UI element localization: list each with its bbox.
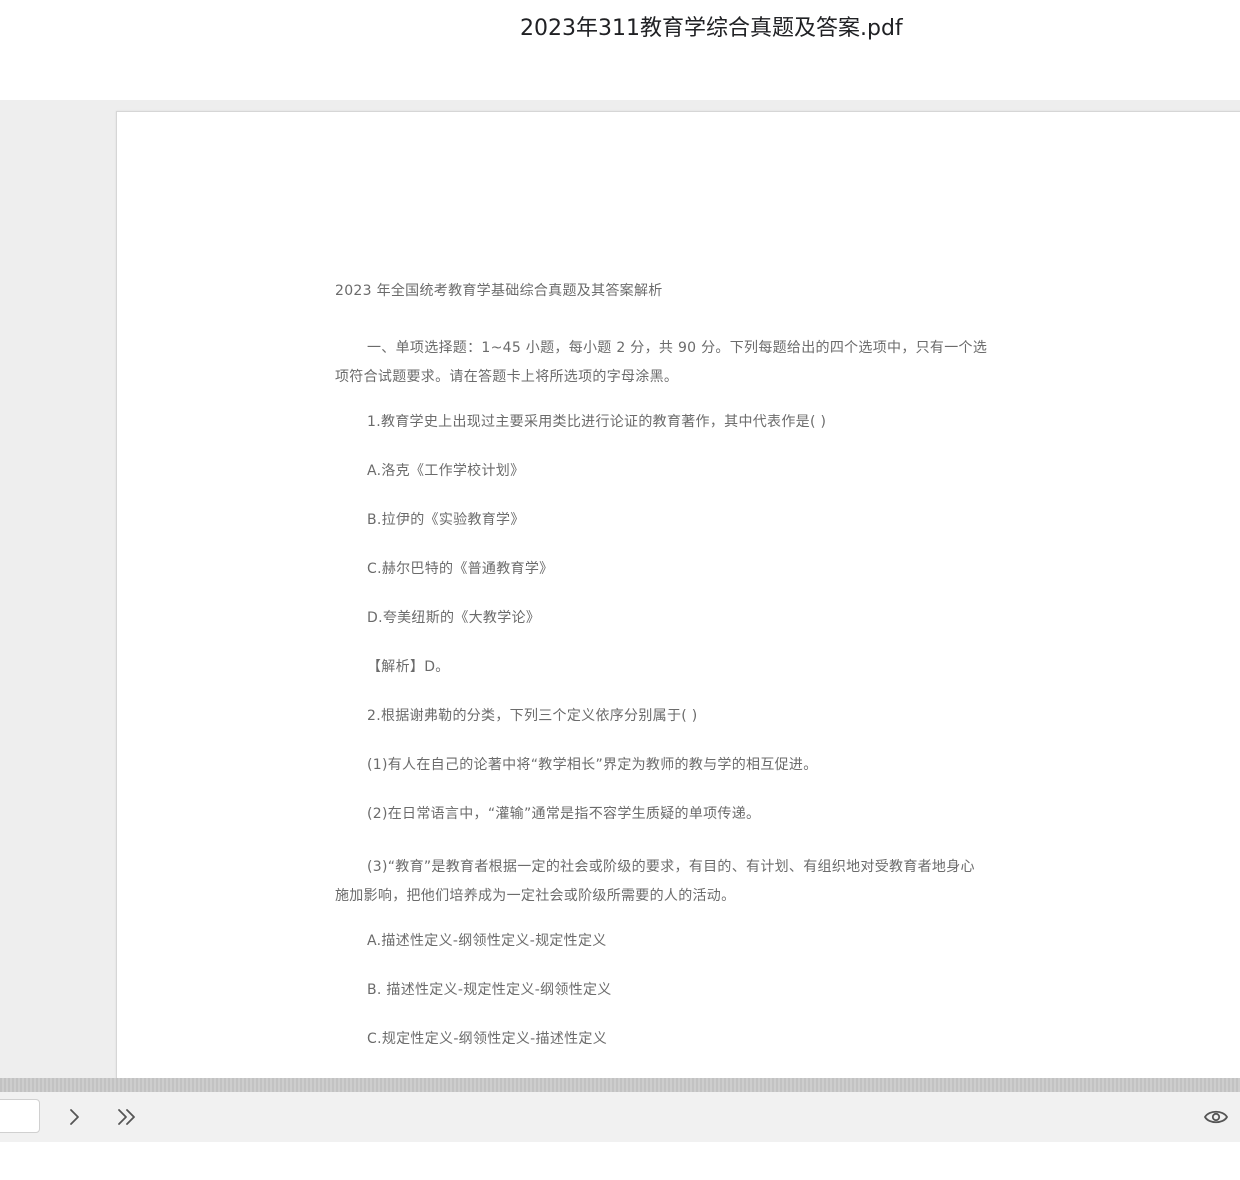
q2-statement-3-line-2: 施加影响，把他们培养成为一定社会或阶级所需要的人的活动。	[335, 888, 736, 904]
q2-option-c: C.规定性定义-纲领性定义-描述性定义	[367, 1031, 608, 1047]
eye-icon	[1204, 1110, 1228, 1124]
bottom-toolbar	[0, 1092, 1240, 1142]
q2-statement-3: (3)“教育”是教育者根据一定的社会或阶级的要求，有目的、有计划、有组织地对受教…	[335, 853, 1055, 911]
last-page-button[interactable]	[111, 1101, 143, 1133]
question-1: 1.教育学史上出现过主要采用类比进行论证的教育著作，其中代表作是( )	[367, 414, 827, 430]
page-content: 2023 年全国统考教育学基础综合真题及其答案解析 一、单项选择题：1~45 小…	[335, 280, 1055, 1078]
pdf-viewer-app: 2023年311教育学综合真题及答案.pdf 2023 年全国统考教育学基础综合…	[0, 0, 1240, 1180]
section-line-2: 项符合试题要求。请在答题卡上将所选项的字母涂黑。	[335, 369, 679, 385]
pdf-page: 2023 年全国统考教育学基础综合真题及其答案解析 一、单项选择题：1~45 小…	[116, 111, 1240, 1078]
section-line-1: 一、单项选择题：1~45 小题，每小题 2 分，共 90 分。下列每题给出的四个…	[367, 340, 988, 356]
q2-option-a: A.描述性定义-纲领性定义-规定性定义	[367, 933, 607, 949]
q2-statement-2: (2)在日常语言中，“灌输”通常是指不容学生质疑的单项传递。	[367, 806, 761, 822]
window-bottom-area	[0, 1142, 1240, 1180]
next-page-button[interactable]	[58, 1101, 90, 1133]
question-2: 2.根据谢弗勒的分类，下列三个定义依序分别属于( )	[367, 708, 698, 724]
document-viewport[interactable]: 2023 年全国统考教育学基础综合真题及其答案解析 一、单项选择题：1~45 小…	[0, 100, 1240, 1078]
q1-option-c: C.赫尔巴特的《普通教育学》	[367, 561, 554, 577]
chevron-right-icon	[70, 1109, 79, 1125]
page-number-input[interactable]	[0, 1099, 40, 1133]
q2-statement-3-line-1: (3)“教育”是教育者根据一定的社会或阶级的要求，有目的、有计划、有组织地对受教…	[367, 859, 975, 875]
q1-option-d: D.夸美纽斯的《大教学论》	[367, 610, 541, 626]
section-instructions: 一、单项选择题：1~45 小题，每小题 2 分，共 90 分。下列每题给出的四个…	[335, 334, 1055, 392]
view-mode-button[interactable]	[1200, 1101, 1232, 1133]
double-chevron-right-icon	[118, 1109, 135, 1125]
q2-option-b: B. 描述性定义-规定性定义-纲领性定义	[367, 982, 612, 998]
q2-statement-1: (1)有人在自己的论著中将“教学相长”界定为教师的教与学的相互促进。	[367, 757, 818, 773]
q1-option-b: B.拉伊的《实验教育学》	[367, 512, 525, 528]
title-bar: 2023年311教育学综合真题及答案.pdf	[0, 0, 1240, 100]
horizontal-scrollbar[interactable]	[0, 1078, 1240, 1092]
q1-option-a: A.洛克《工作学校计划》	[367, 463, 525, 479]
q1-answer: 【解析】D。	[367, 659, 450, 675]
document-title: 2023年311教育学综合真题及答案.pdf	[520, 16, 903, 41]
doc-heading: 2023 年全国统考教育学基础综合真题及其答案解析	[335, 283, 663, 299]
